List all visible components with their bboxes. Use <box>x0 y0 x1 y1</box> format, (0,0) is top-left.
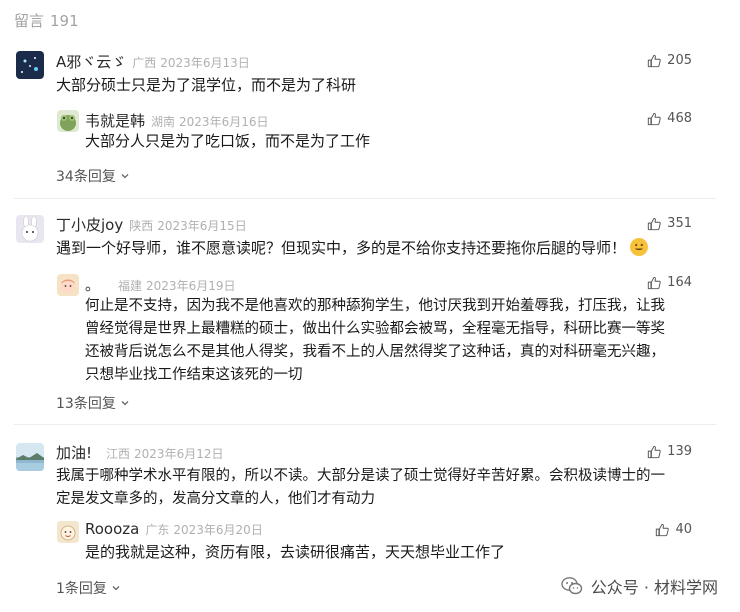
reply-text-line: 何止是不支持，因为我不是他喜欢的那种舔狗学生，他讨厌我到开始羞辱我，打压我，让我 <box>85 298 665 314</box>
wechat-icon <box>561 577 582 595</box>
avatar-bunny-image <box>16 215 44 243</box>
chevron-down-icon <box>121 401 129 406</box>
like-button[interactable]: 40 <box>655 522 692 537</box>
reply-text-line: 还被背后说怎么不是其他人得奖，我看不上的人居然得奖了这种话，真的对科研毫无兴趣， <box>85 344 665 360</box>
thumbs-up-icon <box>648 276 661 289</box>
reply-date: 2023年6月19日 <box>146 279 236 293</box>
avatar-cartoon-image <box>57 521 79 543</box>
comment-location: 广西 <box>132 56 157 70</box>
expand-replies-button[interactable]: 1条回复 <box>56 578 121 598</box>
reply-date: 2023年6月20日 <box>173 523 263 537</box>
like-button[interactable]: 351 <box>647 216 692 231</box>
watermark: 公众号 · 材料学网 <box>561 574 718 598</box>
comment-text: 我属于哪种学术水平有限的，所以不读。大部分是读了硕士觉得好辛苦好累。会积极读博士… <box>56 465 665 511</box>
comment-text-line: 定是发文章多的，发高分文章的人，他们才有动力 <box>56 491 375 507</box>
reply-meta: Roooza 广东 2023年6月20日 <box>85 520 263 538</box>
reply-meta: 。 福建 2023年6月19日 <box>85 274 235 295</box>
avatar[interactable] <box>57 521 79 543</box>
reply-location: 福建 <box>118 279 143 293</box>
comments-count: 191 <box>50 12 79 30</box>
avatar[interactable] <box>16 215 44 243</box>
comment-text: 遇到一个好导师，谁不愿意读呢？但现实中，多的是不给你支持还要拖你后腿的导师！ <box>56 239 627 257</box>
like-count: 205 <box>667 53 692 68</box>
avatar[interactable] <box>57 274 79 296</box>
thumbs-up-icon <box>648 217 661 230</box>
reply-location: 湖南 <box>151 115 176 129</box>
reply-text: 何止是不支持，因为我不是他喜欢的那种舔狗学生，他讨厌我到开始羞辱我，打压我，让我… <box>85 295 665 387</box>
replier-name[interactable]: 。 <box>85 276 100 294</box>
like-count: 164 <box>667 275 692 290</box>
reply-location: 广东 <box>145 523 170 537</box>
expand-replies-button[interactable]: 34条回复 <box>56 166 130 186</box>
comments-header: 留言 191 <box>14 10 79 31</box>
replies-count: 34条回复 <box>56 169 116 185</box>
comment-meta: 丁小皮joy 陕西 2023年6月15日 <box>56 214 247 235</box>
reply-text: 是的我就是这种，资历有限，去读研很痛苦，天天想毕业工作了 <box>85 543 506 561</box>
avatar[interactable] <box>16 51 44 79</box>
like-button[interactable]: 164 <box>647 275 692 290</box>
like-count: 139 <box>667 444 692 459</box>
avatar-girl-image <box>57 274 79 296</box>
comment-meta: 加油! 江西 2023年6月12日 <box>56 442 223 463</box>
thumbs-up-icon <box>648 112 661 125</box>
like-button[interactable]: 205 <box>647 53 692 68</box>
thumbs-up-icon <box>648 445 661 458</box>
commenter-name[interactable]: 丁小皮joy <box>56 216 123 234</box>
reply-text-line: 曾经觉得是世界上最糟糕的硕士，做出什么实验都会被骂，全程毫无指导，科研比赛一等奖 <box>85 321 665 337</box>
comment-date: 2023年6月13日 <box>160 56 250 70</box>
avatar[interactable] <box>16 443 44 471</box>
replies-count: 1条回复 <box>56 581 107 597</box>
like-button[interactable]: 468 <box>647 111 692 126</box>
commenter-name[interactable]: A邪ヾ云ゞ <box>56 53 126 71</box>
like-count: 351 <box>667 216 692 231</box>
watermark-text: 公众号 · 材料学网 <box>590 578 718 597</box>
replier-name[interactable]: Roooza <box>85 520 139 538</box>
replies-count: 13条回复 <box>56 396 116 412</box>
chevron-down-icon <box>112 586 120 591</box>
like-count: 468 <box>667 111 692 126</box>
divider <box>14 424 716 425</box>
chevron-down-icon <box>121 174 129 179</box>
comment-text-line: 我属于哪种学术水平有限的，所以不读。大部分是读了硕士觉得好辛苦好累。会积极读博士… <box>56 468 665 484</box>
expand-replies-button[interactable]: 13条回复 <box>56 393 130 413</box>
comment-location: 江西 <box>106 447 131 461</box>
comment-meta: A邪ヾ云ゞ 广西 2023年6月13日 <box>56 51 250 72</box>
avatar-starry-image <box>16 51 44 79</box>
avatar[interactable] <box>57 110 79 132</box>
reply-date: 2023年6月16日 <box>179 115 269 129</box>
commenter-name[interactable]: 加油! <box>56 444 92 462</box>
comment-location: 陕西 <box>129 219 154 233</box>
comment-date: 2023年6月15日 <box>157 219 247 233</box>
replier-name[interactable]: 韦就是韩 <box>85 112 145 130</box>
reply-text: 大部分人只是为了吃口饭，而不是为了工作 <box>85 132 371 150</box>
avatar-landscape-image <box>16 443 44 471</box>
thumbs-up-icon <box>656 523 670 536</box>
divider <box>14 198 716 199</box>
like-count: 40 <box>675 522 692 537</box>
smile-emoji-icon <box>630 238 649 256</box>
avatar-frog-image <box>57 110 79 132</box>
comments-label: 留言 <box>14 12 45 30</box>
comment-text: 大部分硕士只是为了混学位，而不是为了科研 <box>56 76 357 94</box>
like-button[interactable]: 139 <box>647 444 692 459</box>
comment-date: 2023年6月12日 <box>134 447 224 461</box>
thumbs-up-icon <box>648 54 661 67</box>
reply-meta: 韦就是韩 湖南 2023年6月16日 <box>85 110 268 131</box>
comment-text-row: 遇到一个好导师，谁不愿意读呢？但现实中，多的是不给你支持还要拖你后腿的导师！ <box>56 237 649 260</box>
reply-text-line: 只想毕业找工作结束这该死的一切 <box>85 367 303 383</box>
